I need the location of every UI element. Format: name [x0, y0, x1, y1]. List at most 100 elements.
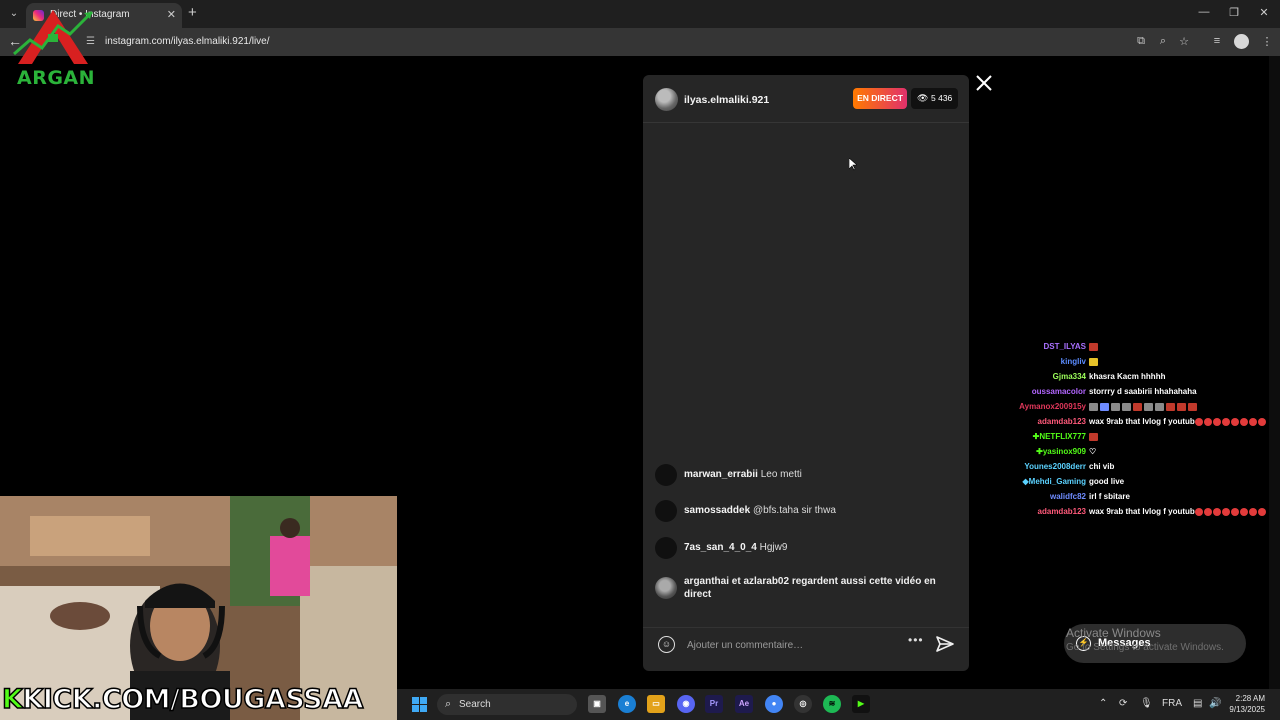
- spotify-icon[interactable]: ≋: [823, 695, 841, 713]
- chat-username: ◆Mehdi_Gaming: [1022, 477, 1087, 486]
- host-avatar[interactable]: [655, 88, 678, 111]
- logo-text: ARGAN: [17, 67, 96, 89]
- keyboard-language[interactable]: FRA: [1162, 698, 1182, 709]
- chat-username: adamdab123: [1037, 417, 1086, 426]
- microphone-icon[interactable]: 🎙: [1140, 698, 1153, 709]
- join-note: arganthai et azlarab02 regardent aussi c…: [684, 576, 936, 600]
- clock-time: 2:28 AM: [1235, 694, 1265, 703]
- network-icon[interactable]: ▤: [1193, 698, 1202, 709]
- tray-overflow-icon[interactable]: ⌃: [1099, 698, 1107, 709]
- comment-avatar[interactable]: [655, 537, 677, 559]
- chat-message: khasra Kacm hhhhh: [1089, 372, 1166, 381]
- argan-tree-icon: [13, 10, 94, 64]
- premiere-pro-icon[interactable]: Pr: [705, 695, 723, 713]
- comment-username[interactable]: marwan_errabii: [684, 469, 758, 480]
- chat-line: Aymanox200915y: [1000, 400, 1280, 414]
- chat-message: wax 9rab that lvlog f youtub: [1089, 417, 1195, 426]
- instagram-live-panel: ilyas.elmaliki.921 EN DIRECT 👁 5 436 mar…: [643, 75, 969, 671]
- url-field[interactable]: instagram.com/ilyas.elmaliki.921/live/: [105, 36, 270, 47]
- bookmark-star-icon[interactable]: ☆: [1177, 35, 1191, 48]
- kick-logo-icon: K: [1, 683, 23, 716]
- zoom-icon[interactable]: ⌕: [1156, 35, 1170, 48]
- chat-username: Aymanox200915y: [1019, 402, 1086, 411]
- file-explorer-icon[interactable]: ▭: [647, 695, 665, 713]
- restore-icon[interactable]: ❐: [1226, 6, 1242, 19]
- task-view-icon[interactable]: ▣: [588, 695, 606, 713]
- search-label: Search: [459, 699, 491, 710]
- comment-text: Hgjw9: [759, 542, 788, 553]
- viewer-count: 5 436: [931, 93, 953, 103]
- chat-line: kingliv: [1000, 355, 1280, 369]
- browser-address-bar: ← ↻ ☰ instagram.com/ilyas.elmaliki.921/l…: [0, 28, 1280, 56]
- chat-username: oussamacolor: [1031, 387, 1086, 396]
- streaming-app-icon[interactable]: ▶: [852, 695, 870, 713]
- search-icon: ⌕: [445, 698, 452, 710]
- chat-username: DST_ILYAS: [1043, 342, 1086, 351]
- install-app-icon[interactable]: ⧉: [1134, 35, 1148, 48]
- activate-windows-subtitle: Go to Settings to activate Windows.: [1066, 642, 1224, 653]
- live-badge: EN DIRECT: [853, 88, 907, 109]
- chat-username: kingliv: [1060, 357, 1086, 366]
- chat-username: ✚yasinox909: [1036, 447, 1086, 456]
- chat-line: oussamacolor storrry d saabirii hhahahah…: [1000, 385, 1280, 399]
- minimize-icon[interactable]: —: [1196, 6, 1212, 18]
- comment-avatar[interactable]: [655, 500, 677, 522]
- discord-icon[interactable]: ◉: [677, 695, 695, 713]
- edge-icon[interactable]: e: [618, 695, 636, 713]
- chat-line: ✚yasinox909 ♡: [1000, 445, 1280, 459]
- reading-list-icon[interactable]: ≡: [1210, 35, 1224, 47]
- stream-chat-overlay: DST_ILYAS kingliv Gjma334 khasra Kacm hh…: [1000, 340, 1280, 520]
- clock-date: 9/13/2025: [1229, 705, 1265, 714]
- argan-logo: ARGAN: [6, 4, 101, 89]
- browser-tab-bar: ⌄ Direct • Instagram ✕ + — ❐ ✕: [0, 0, 1280, 28]
- chat-message: wax 9rab that lvlog f youtub: [1089, 507, 1195, 516]
- profile-avatar-icon[interactable]: [1234, 34, 1249, 49]
- live-header: ilyas.elmaliki.921 EN DIRECT 👁 5 436: [643, 75, 969, 123]
- chat-emotes: [1089, 402, 1199, 411]
- windows-start-icon[interactable]: [412, 697, 427, 712]
- chat-message: storrry d saabirii hhahahaha: [1089, 387, 1197, 396]
- more-options-icon[interactable]: •••: [908, 633, 924, 647]
- taskbar-search[interactable]: ⌕ Search: [437, 694, 577, 715]
- chat-username: walidfc82: [1049, 492, 1086, 501]
- after-effects-icon[interactable]: Ae: [735, 695, 753, 713]
- comment-username[interactable]: samossaddek: [684, 505, 750, 516]
- heart-icon: ♡: [1089, 447, 1097, 456]
- chat-line: adamdab123 wax 9rab that lvlog f youtub: [1000, 415, 1280, 429]
- taskbar-clock[interactable]: 2:28 AM 9/13/2025: [1225, 693, 1265, 715]
- comment-username[interactable]: 7as_san_4_0_4: [684, 542, 757, 553]
- chat-message: irl f sbitare: [1089, 492, 1130, 501]
- kick-channel-text: KICK.COM/BOUGASSAA: [22, 683, 364, 716]
- comment-text: Leo metti: [760, 469, 802, 480]
- chat-line: Younes2008derr chi vib: [1000, 460, 1280, 474]
- viewer-count-badge: 👁 5 436: [911, 88, 958, 109]
- tab-close-icon[interactable]: ✕: [167, 8, 176, 21]
- comment-text: @bfs.taha sir thwa: [752, 505, 836, 516]
- emoji-icon[interactable]: ☺: [658, 636, 675, 653]
- chat-line: ✚NETFLIX777: [1000, 430, 1280, 444]
- host-username[interactable]: ilyas.elmaliki.921: [684, 94, 769, 106]
- window-close-icon[interactable]: ✕: [1256, 6, 1272, 19]
- comment-avatar[interactable]: [655, 464, 677, 486]
- send-icon[interactable]: [935, 634, 955, 654]
- chrome-icon[interactable]: ●: [765, 695, 783, 713]
- join-note-avatar: [655, 577, 677, 599]
- chat-line: walidfc82 irl f sbitare: [1000, 490, 1280, 504]
- activate-windows-title: Activate Windows: [1066, 626, 1161, 640]
- comment-input[interactable]: [685, 636, 895, 654]
- chat-line: ◆Mehdi_Gaming good live: [1000, 475, 1280, 489]
- kick-brand-overlay: KKICK.COM/BOUGASSAA: [1, 683, 364, 718]
- chat-message: chi vib: [1089, 462, 1115, 471]
- chat-username: Gjma334: [1052, 372, 1086, 381]
- comment-composer: ☺ •••: [643, 627, 969, 663]
- chat-username: Younes2008derr: [1024, 462, 1086, 471]
- close-live-icon[interactable]: [974, 72, 994, 94]
- windows-taskbar: ⌕ Search ▣ e ▭ ◉ Pr Ae ● ◎ ≋ ▶ ⌃ ⟳ 🎙 FRA…: [397, 689, 1280, 720]
- new-tab-icon[interactable]: +: [188, 5, 197, 21]
- tray-app-icon[interactable]: ⟳: [1119, 698, 1127, 709]
- browser-menu-icon[interactable]: ⋮: [1260, 35, 1274, 48]
- obs-icon[interactable]: ◎: [794, 695, 812, 713]
- volume-icon[interactable]: 🔊: [1209, 698, 1221, 709]
- chat-line: DST_ILYAS: [1000, 340, 1280, 354]
- chat-username: ✚NETFLIX777: [1032, 432, 1086, 441]
